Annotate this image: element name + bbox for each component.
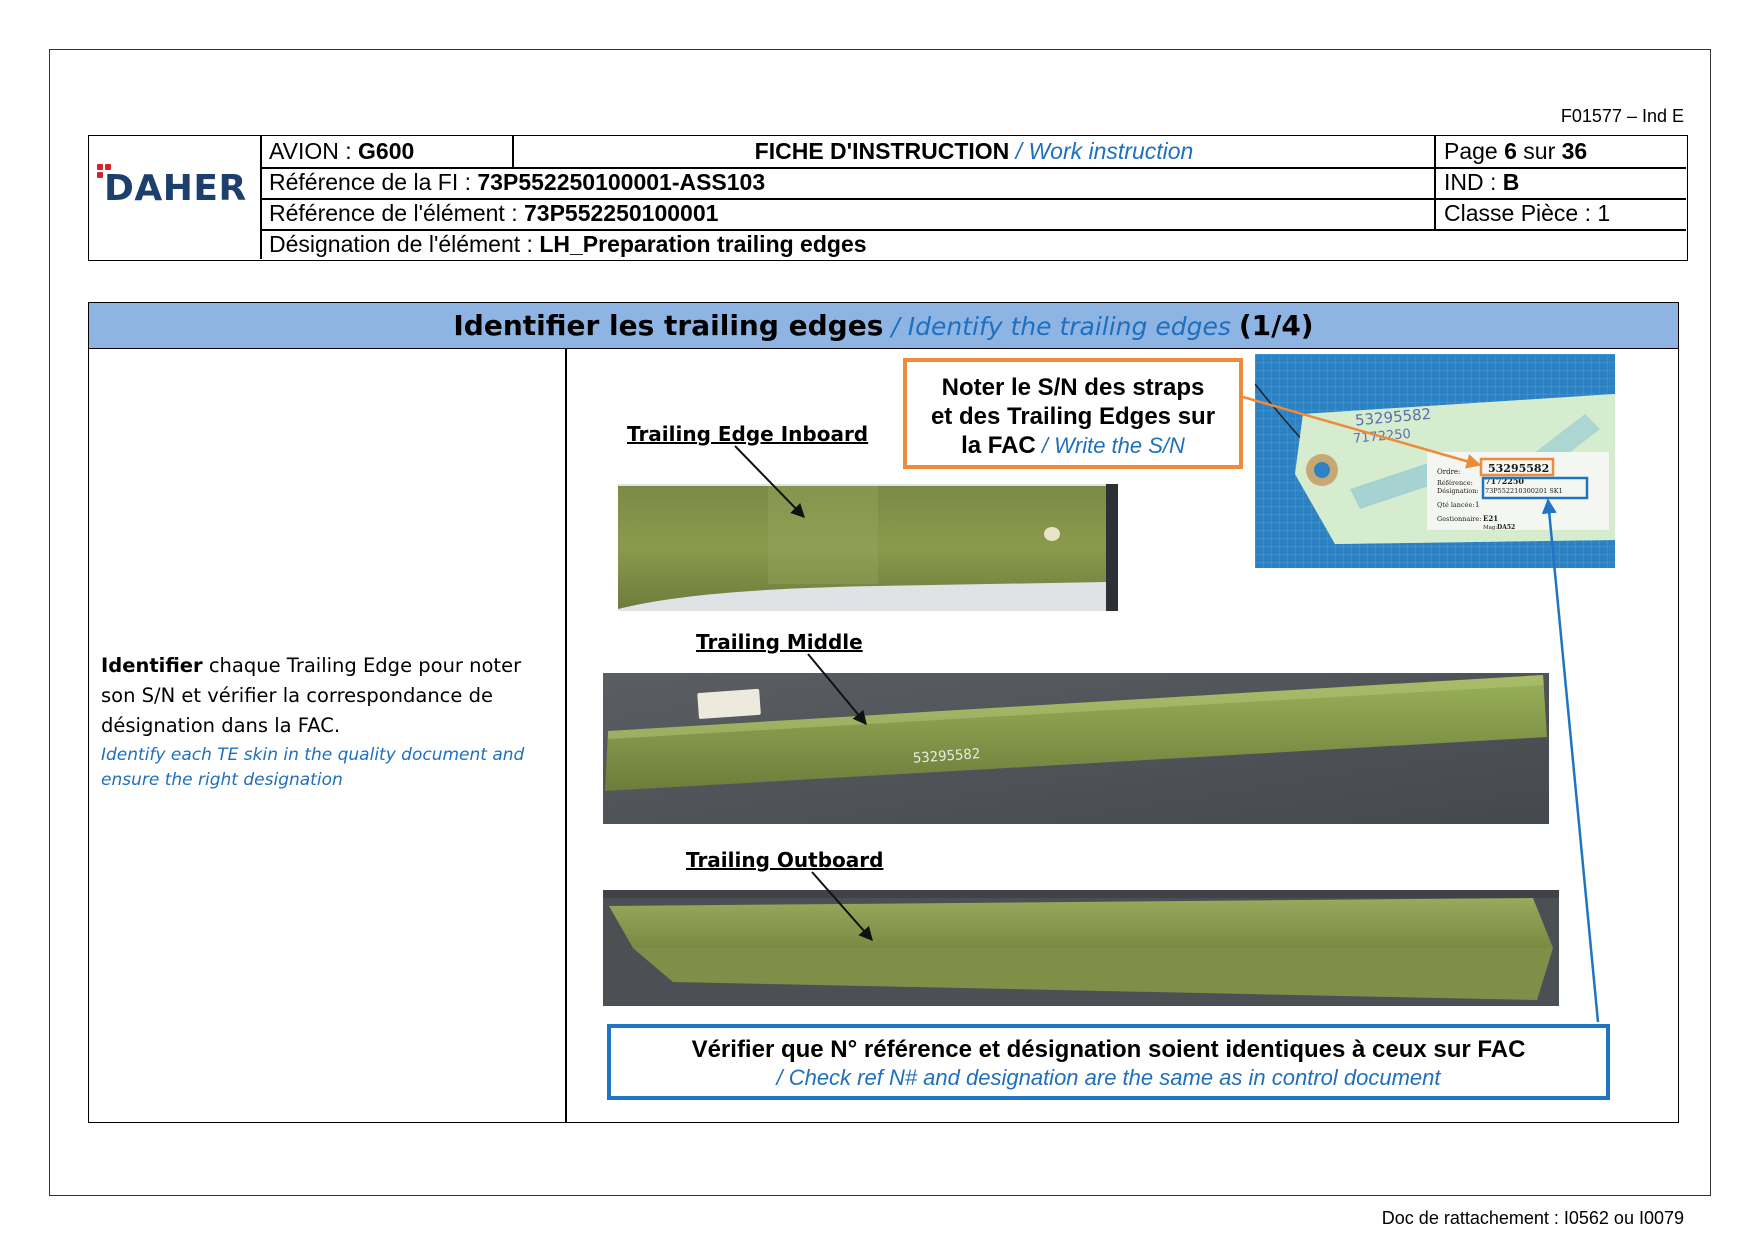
arrows-overlay: [734, 395, 1600, 1023]
footer-reference: Doc de rattachement : I0562 ou I0079: [1381, 1208, 1684, 1228]
orange-pointer: [1242, 395, 1482, 469]
inboard-arrow: [734, 445, 805, 519]
middle-arrow: [807, 653, 867, 726]
blue-pointer: [1541, 498, 1600, 1023]
outboard-arrow: [811, 871, 873, 942]
